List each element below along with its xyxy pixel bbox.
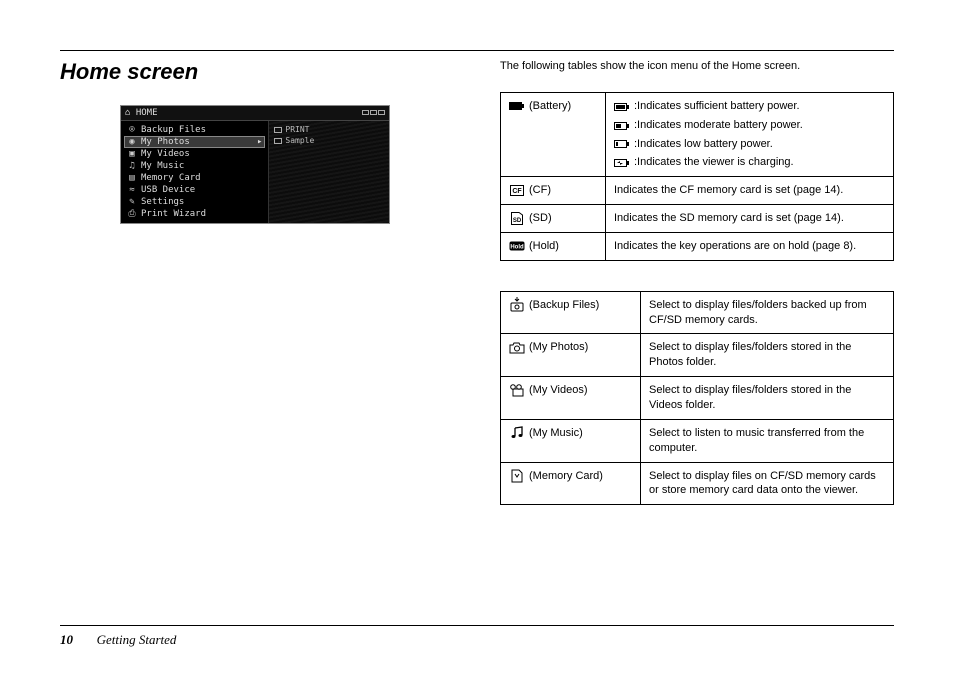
status-icon-table: (Battery) :Indicates sufficient battery … — [500, 92, 894, 261]
battery-mid-text: :Indicates moderate battery power. — [634, 118, 803, 133]
table-row: SD (SD) Indicates the SD memory card is … — [501, 205, 894, 233]
row-label: (CF) — [529, 183, 551, 198]
memory-card-icon — [509, 470, 525, 482]
row-label: (SD) — [529, 211, 552, 226]
row-label: (Memory Card) — [529, 469, 603, 484]
row-label: (Battery) — [529, 99, 571, 114]
status-icons — [361, 108, 385, 118]
page-title: Home screen — [60, 59, 460, 85]
battery-icon — [509, 100, 525, 112]
table-row: CF (CF) Indicates the CF memory card is … — [501, 177, 894, 205]
table-row: (Memory Card) Select to display files on… — [501, 462, 894, 505]
row-desc: Select to listen to music transferred fr… — [641, 419, 894, 462]
row-desc: Indicates the CF memory card is set (pag… — [606, 177, 894, 205]
battery-charging-text: :Indicates the viewer is charging. — [634, 155, 794, 170]
my-music-icon — [509, 427, 525, 439]
cf-icon: CF — [509, 184, 525, 196]
intro-text: The following tables show the icon menu … — [500, 59, 894, 74]
table-row: (Backup Files) Select to display files/f… — [501, 291, 894, 334]
row-label: (Hold) — [529, 239, 559, 254]
row-label: (Backup Files) — [529, 298, 599, 313]
screenshot-menu-item: ▣My Videos — [124, 148, 265, 160]
my-photos-icon — [509, 341, 525, 353]
svg-text:Hold: Hold — [510, 244, 524, 250]
screenshot-menu-item: ▤Memory Card — [124, 172, 265, 184]
battery-full-text: :Indicates sufficient battery power. — [634, 99, 800, 114]
screenshot-menu-item: ⌾Backup Files — [124, 124, 265, 136]
screenshot-menu-item: ✎Settings — [124, 196, 265, 208]
screenshot-menu-item: ≈USB Device — [124, 184, 265, 196]
row-desc: Select to display files on CF/SD memory … — [641, 462, 894, 505]
battery-mid-icon — [614, 120, 630, 132]
screenshot-menu-item: ♫My Music — [124, 160, 265, 172]
battery-low-icon — [614, 138, 630, 150]
row-desc: Indicates the key operations are on hold… — [606, 232, 894, 260]
hold-icon: Hold — [509, 240, 525, 252]
svg-text:CF: CF — [512, 188, 522, 195]
menu-icon-table: (Backup Files) Select to display files/f… — [500, 291, 894, 505]
screenshot-side-item: PRINT — [272, 124, 386, 135]
table-row: Hold (Hold) Indicates the key operations… — [501, 232, 894, 260]
table-row: (My Music) Select to listen to music tra… — [501, 419, 894, 462]
page-number: 10 — [60, 632, 73, 647]
row-label: (My Music) — [529, 426, 583, 441]
screenshot-menu-item: ⎙Print Wizard — [124, 208, 265, 220]
row-desc: Indicates the SD memory card is set (pag… — [606, 205, 894, 233]
table-row: (My Photos) Select to display files/fold… — [501, 334, 894, 377]
backup-files-icon — [509, 299, 525, 311]
battery-charging-icon — [614, 157, 630, 169]
row-desc: Select to display files/folders stored i… — [641, 334, 894, 377]
row-label: (My Photos) — [529, 340, 588, 355]
my-videos-icon — [509, 384, 525, 396]
screenshot-title: HOME — [136, 108, 158, 118]
table-row: (My Videos) Select to display files/fold… — [501, 377, 894, 420]
screenshot-menu-item: ◉My Photos▸ — [124, 136, 265, 148]
screenshot-side-item: Sample — [272, 135, 386, 146]
row-desc: Select to display files/folders stored i… — [641, 377, 894, 420]
battery-full-icon — [614, 101, 630, 113]
row-desc: Select to display files/folders backed u… — [641, 291, 894, 334]
footer-section: Getting Started — [97, 632, 177, 647]
svg-text:SD: SD — [513, 218, 522, 224]
home-screenshot: ⌂ HOME ⌾Backup Files◉My Photos▸▣My Video… — [120, 105, 390, 224]
sd-icon: SD — [509, 212, 525, 224]
battery-low-text: :Indicates low battery power. — [634, 137, 773, 152]
table-row: (Battery) :Indicates sufficient battery … — [501, 92, 894, 176]
row-label: (My Videos) — [529, 383, 587, 398]
